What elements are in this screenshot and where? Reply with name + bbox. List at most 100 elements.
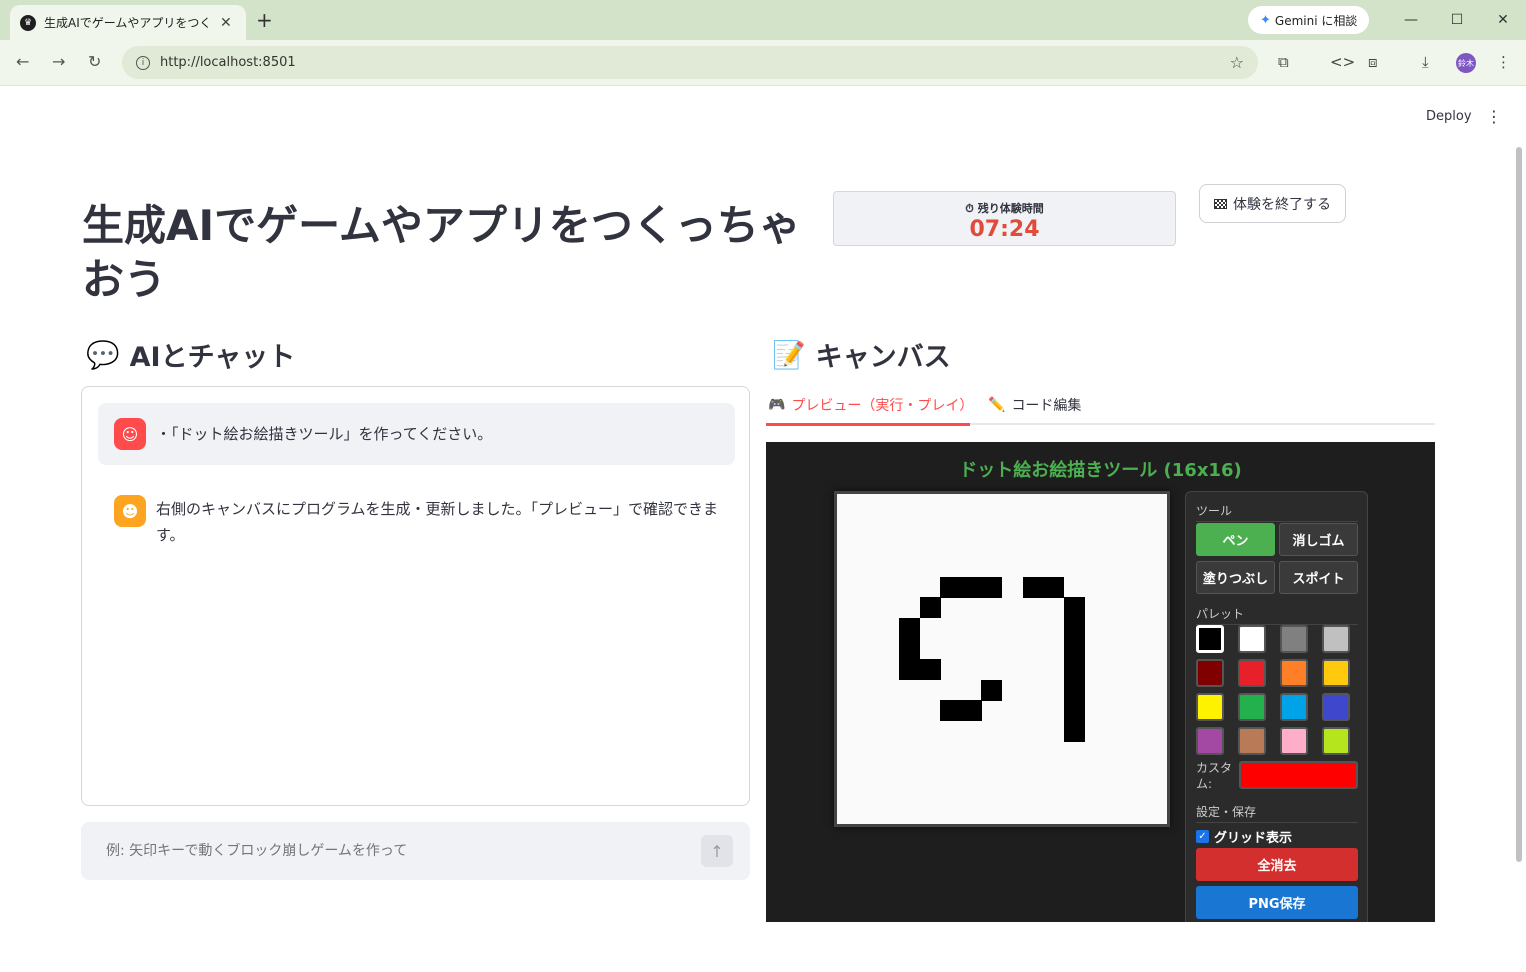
palette-swatch[interactable] xyxy=(1238,659,1266,687)
send-button[interactable]: ↑ xyxy=(701,835,733,867)
page-title: 生成AIでゲームやアプリをつくっちゃおう xyxy=(82,201,801,304)
forward-icon[interactable]: → xyxy=(52,52,65,71)
page-scrollbar[interactable] xyxy=(1516,147,1522,862)
memo-icon: 📝 xyxy=(772,339,806,371)
pixel xyxy=(1043,576,1065,598)
pixel xyxy=(981,679,1003,701)
grid-toggle-label: グリッド表示 xyxy=(1214,831,1293,846)
gamepad-icon: 🎮 xyxy=(768,397,786,413)
bookmark-star-icon[interactable]: ☆ xyxy=(1230,53,1244,72)
omnibox[interactable]: i http://localhost:8501 ☆ xyxy=(122,46,1258,79)
timer-value: 07:24 xyxy=(969,217,1040,242)
end-experience-button[interactable]: 体験を終了する xyxy=(1199,184,1346,223)
window-close-icon[interactable]: ✕ xyxy=(1480,0,1526,40)
custom-color-label: カスタム: xyxy=(1196,761,1233,791)
pixel xyxy=(960,576,982,598)
extensions-icon[interactable]: ⧉ xyxy=(1278,53,1289,71)
checkbox-checked-icon[interactable]: ✓ xyxy=(1196,830,1209,843)
assistant-message: ☻ 右側のキャンバスにプログラムを生成・更新しました。「プレビュー」で確認できま… xyxy=(114,495,724,548)
canvas-heading: 📝 キャンバス xyxy=(772,339,951,374)
clear-all-button[interactable]: 全消去 xyxy=(1196,848,1358,881)
pixel xyxy=(1063,617,1085,639)
maximize-icon[interactable]: ☐ xyxy=(1434,0,1480,40)
pixel xyxy=(919,659,941,680)
pen-tool-button[interactable]: ペン xyxy=(1196,523,1275,556)
pixel xyxy=(898,659,920,680)
palette-swatch[interactable] xyxy=(1280,693,1308,721)
minimize-icon[interactable]: — xyxy=(1388,0,1434,40)
gemini-label: Gemini に相談 xyxy=(1274,13,1358,28)
deploy-button[interactable]: Deploy xyxy=(1426,109,1472,124)
speech-bubble-icon: 💬 xyxy=(86,339,120,371)
pixel xyxy=(940,700,962,722)
palette-swatch[interactable] xyxy=(1322,625,1350,653)
user-message: ☺ ・「ドット絵お絵描きツール」を作ってください。 xyxy=(98,403,735,465)
download-icon[interactable]: ⤓ xyxy=(1422,53,1429,71)
devtools-icon[interactable]: <> xyxy=(1330,53,1355,71)
site-info-icon[interactable]: i xyxy=(136,55,150,70)
save-png-button[interactable]: PNG保存 xyxy=(1196,886,1358,919)
url-text[interactable]: http://localhost:8501 xyxy=(160,55,296,70)
pixel xyxy=(960,700,982,722)
palette-swatch[interactable] xyxy=(1238,625,1266,653)
palette-swatch[interactable] xyxy=(1196,727,1224,755)
pixel xyxy=(1063,638,1085,660)
assistant-message-text: 右側のキャンバスにプログラムを生成・更新しました。「プレビュー」で確認できます。 xyxy=(156,500,719,544)
pixel xyxy=(1063,720,1085,742)
preview-iframe: ドット絵お絵描きツール (16x16) ツール ペン 消しゴム 塗りつぶし スポ… xyxy=(766,442,1435,922)
palette-swatch[interactable] xyxy=(1196,693,1224,721)
chat-input-box: ↑ xyxy=(81,822,750,880)
address-bar-row: ← → ↻ i http://localhost:8501 ☆ ⧉ <> ⧈ ⤓… xyxy=(0,40,1526,86)
main-menu-icon[interactable]: ⋮ xyxy=(1486,107,1502,126)
tab-code-edit[interactable]: ✏️ コード編集 xyxy=(988,395,1081,415)
palette-swatch[interactable] xyxy=(1196,659,1224,687)
end-button-label: 体験を終了する xyxy=(1233,196,1331,213)
back-icon[interactable]: ← xyxy=(16,52,29,71)
grid-toggle[interactable]: ✓ グリッド表示 xyxy=(1196,827,1292,846)
robot-avatar-icon: ☻ xyxy=(114,495,146,527)
fill-tool-button[interactable]: 塗りつぶし xyxy=(1196,561,1275,594)
browser-tabstrip: ♛ 生成AIでゲームやアプリをつくっちゃお ✕ + ✦ Gemini に相談 —… xyxy=(0,0,1526,40)
chat-container[interactable]: ☺ ・「ドット絵お絵描きツール」を作ってください。 ☻ 右側のキャンバスにプログ… xyxy=(81,386,750,806)
user-avatar-icon: ☺ xyxy=(114,418,146,450)
gemini-button[interactable]: ✦ Gemini に相談 xyxy=(1248,6,1370,34)
palette-swatch[interactable] xyxy=(1322,693,1350,721)
pixel xyxy=(1022,576,1044,598)
chat-input[interactable] xyxy=(106,843,686,859)
pixel xyxy=(1063,700,1085,722)
canvas-tabs: 🎮 プレビュー（実行・プレイ） ✏️ コード編集 xyxy=(766,389,1435,426)
user-message-text: ・「ドット絵お絵描きツール」を作ってください。 xyxy=(156,425,493,443)
palette-swatch[interactable] xyxy=(1280,659,1308,687)
reload-icon[interactable]: ↻ xyxy=(88,52,101,71)
custom-color-picker[interactable] xyxy=(1239,761,1358,789)
tools-label: ツール xyxy=(1196,502,1358,522)
palette-swatch[interactable] xyxy=(1280,727,1308,755)
palette-swatch[interactable] xyxy=(1322,659,1350,687)
pixel xyxy=(940,576,962,598)
browser-tab[interactable]: ♛ 生成AIでゲームやアプリをつくっちゃお ✕ xyxy=(10,5,246,40)
stopwatch-icon: ⏱ xyxy=(965,202,974,215)
palette-swatch[interactable] xyxy=(1238,693,1266,721)
palette-swatch[interactable] xyxy=(1280,625,1308,653)
palette-label: パレット xyxy=(1196,605,1358,625)
eraser-tool-button[interactable]: 消しゴム xyxy=(1279,523,1358,556)
palette-swatch[interactable] xyxy=(1238,727,1266,755)
checkered-flag-icon xyxy=(1214,198,1227,209)
timer-box: ⏱ 残り体験時間 07:24 xyxy=(833,191,1176,246)
profile-avatar[interactable]: 鈴木 xyxy=(1456,53,1476,73)
active-tab-indicator xyxy=(766,423,970,426)
tab-title: 生成AIでゲームやアプリをつくっちゃお xyxy=(44,16,212,30)
palette-swatch[interactable] xyxy=(1196,625,1224,653)
translate-icon[interactable]: ⧈ xyxy=(1368,53,1378,71)
pixel xyxy=(981,576,1003,598)
tab-preview[interactable]: 🎮 プレビュー（実行・プレイ） xyxy=(768,395,973,415)
eyedropper-tool-button[interactable]: スポイト xyxy=(1279,561,1358,594)
pixel xyxy=(919,597,941,619)
pixel-canvas[interactable] xyxy=(834,491,1170,827)
new-tab-icon[interactable]: + xyxy=(256,8,273,32)
pixel xyxy=(1063,659,1085,680)
close-icon[interactable]: ✕ xyxy=(220,15,232,31)
palette-swatch[interactable] xyxy=(1322,727,1350,755)
app-title: ドット絵お絵描きツール (16x16) xyxy=(959,460,1242,481)
browser-menu-icon[interactable]: ⋮ xyxy=(1496,53,1511,71)
